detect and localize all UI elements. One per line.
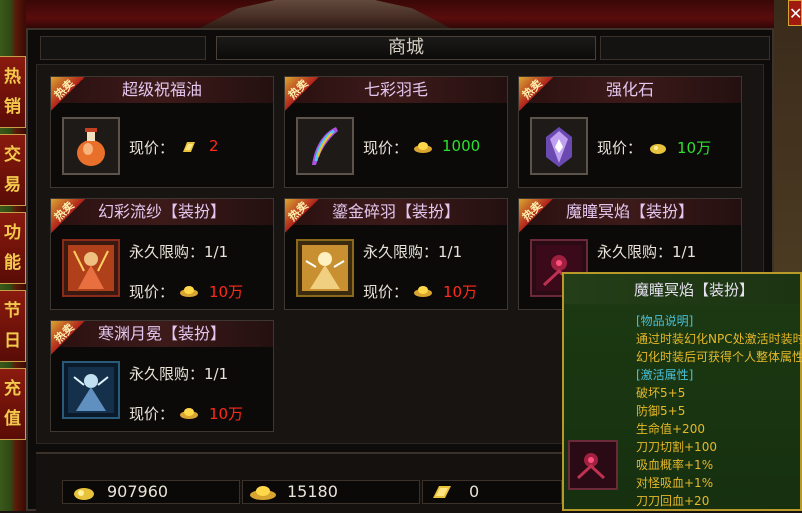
- tab-label: 热销: [4, 67, 21, 117]
- ingot-icon: [413, 283, 433, 302]
- purchase-limit: 永久限购：1/1: [597, 243, 697, 261]
- ingot-icon: [179, 405, 199, 424]
- hot-badge: 热卖: [285, 77, 319, 111]
- currency-ingot: 15180: [242, 480, 420, 504]
- item-tooltip: 魔瞳冥焰【装扮】 [物品说明] 通过时装幻化NPC处激活时装时 幻化时装后可获得…: [562, 272, 802, 511]
- tooltip-attr: 防御5+5: [636, 404, 686, 418]
- hot-badge-label: 热卖: [519, 198, 545, 224]
- feather-icon: [312, 127, 338, 165]
- tab-hot-sales[interactable]: 热销: [0, 56, 26, 128]
- currency-gold-bar: 0: [422, 480, 562, 504]
- close-button[interactable]: ✕: [788, 0, 802, 26]
- ingot-icon: [249, 484, 277, 506]
- shop-item-card[interactable]: 超级祝福油 热卖 现价： 2: [50, 76, 274, 188]
- tooltip-attr: 刀刀切割+100: [636, 440, 717, 454]
- price-label: 现价：: [129, 405, 175, 423]
- tooltip-attr: 对怪吸血+1%: [636, 476, 714, 490]
- shop-item-card[interactable]: 鎏金碎羽【装扮】 热卖 永久限购：1/1 现价： 10万: [284, 198, 508, 310]
- tab-label: 交易: [4, 145, 21, 195]
- page-title: 商城: [216, 36, 596, 60]
- purchase-limit: 永久限购：1/1: [129, 365, 229, 383]
- shop-item-card[interactable]: 七彩羽毛 热卖 现价： 1000: [284, 76, 508, 188]
- title-bar-right: [600, 36, 770, 60]
- tab-label: 节日: [4, 301, 21, 351]
- costume-icon: [576, 453, 606, 480]
- price-label: 现价：: [597, 139, 643, 157]
- tab-label: 功能: [4, 223, 21, 273]
- purchase-limit: 永久限购：1/1: [129, 243, 229, 261]
- shop-item-card[interactable]: 寒渊月冕【装扮】 热卖 永久限购：1/1 现价： 10万: [50, 320, 274, 432]
- hot-badge: 热卖: [51, 77, 85, 111]
- tooltip-desc: 通过时装幻化NPC处激活时装时: [636, 332, 802, 346]
- item-icon[interactable]: [530, 117, 588, 175]
- item-price: 10万: [677, 139, 712, 157]
- tab-label: 充值: [4, 379, 21, 429]
- item-price: 2: [209, 137, 219, 155]
- costume-icon: [68, 367, 114, 413]
- hot-badge: 热卖: [519, 77, 553, 111]
- tab-festival[interactable]: 节日: [0, 290, 26, 362]
- hot-badge: 热卖: [51, 199, 85, 233]
- hot-badge: 热卖: [519, 199, 553, 233]
- item-icon[interactable]: [296, 117, 354, 175]
- tooltip-attr: 生命值+200: [636, 422, 705, 436]
- currency-value: 0: [469, 482, 480, 501]
- tooltip-attr: 破坏5+5: [636, 386, 686, 400]
- price-label: 现价：: [129, 139, 175, 157]
- title-bar-left: [40, 36, 206, 60]
- purchase-limit: 永久限购：1/1: [363, 243, 463, 261]
- ingot-icon: [413, 139, 433, 158]
- tab-trade[interactable]: 交易: [0, 134, 26, 206]
- price-label: 现价：: [363, 139, 409, 157]
- item-icon[interactable]: [62, 239, 120, 297]
- costume-icon: [302, 245, 348, 291]
- item-price: 1000: [442, 137, 481, 155]
- hot-badge-label: 热卖: [519, 76, 545, 102]
- price-label: 现价：: [129, 283, 175, 301]
- gold-bar-icon: [181, 139, 197, 158]
- tab-function[interactable]: 功能: [0, 212, 26, 284]
- costume-icon: [68, 245, 114, 291]
- item-icon[interactable]: [62, 117, 120, 175]
- currency-gold-nugget: 907960: [62, 480, 240, 504]
- tooltip-section: [物品说明]: [636, 314, 694, 328]
- gold-nugget-icon: [73, 485, 95, 507]
- hot-badge-label: 热卖: [51, 198, 77, 224]
- shop-item-card[interactable]: 强化石 热卖 现价： 10万: [518, 76, 742, 188]
- gold-nugget-icon: [649, 140, 667, 159]
- currency-value: 907960: [107, 482, 169, 501]
- ingot-icon: [179, 283, 199, 302]
- item-price: 10万: [443, 283, 478, 301]
- tooltip-attr: 吸血概率+1%: [636, 458, 714, 472]
- tooltip-section: [激活属性]: [636, 368, 694, 382]
- tooltip-title: 魔瞳冥焰【装扮】: [634, 281, 755, 299]
- hot-badge: 热卖: [285, 199, 319, 233]
- hot-badge-label: 热卖: [51, 76, 77, 102]
- tooltip-desc: 幻化时装后可获得个人整体属性: [636, 350, 802, 364]
- item-price: 10万: [209, 283, 244, 301]
- hot-badge-label: 热卖: [285, 198, 311, 224]
- price-label: 现价：: [363, 283, 409, 301]
- crystal-icon: [546, 127, 572, 167]
- tooltip-item-icon: [568, 440, 618, 490]
- potion-icon: [77, 128, 105, 166]
- item-icon[interactable]: [62, 361, 120, 419]
- hot-badge-label: 热卖: [285, 76, 311, 102]
- hot-badge: 热卖: [51, 321, 85, 355]
- hot-badge-label: 热卖: [51, 320, 77, 346]
- item-price: 10万: [209, 405, 244, 423]
- currency-value: 15180: [287, 482, 338, 501]
- shop-item-card[interactable]: 幻彩流纱【装扮】 热卖 永久限购：1/1 现价： 10万: [50, 198, 274, 310]
- tab-recharge[interactable]: 充值: [0, 368, 26, 440]
- item-icon[interactable]: [296, 239, 354, 297]
- tooltip-attr: 刀刀回血+20: [636, 494, 710, 508]
- gold-bar-icon: [431, 484, 453, 506]
